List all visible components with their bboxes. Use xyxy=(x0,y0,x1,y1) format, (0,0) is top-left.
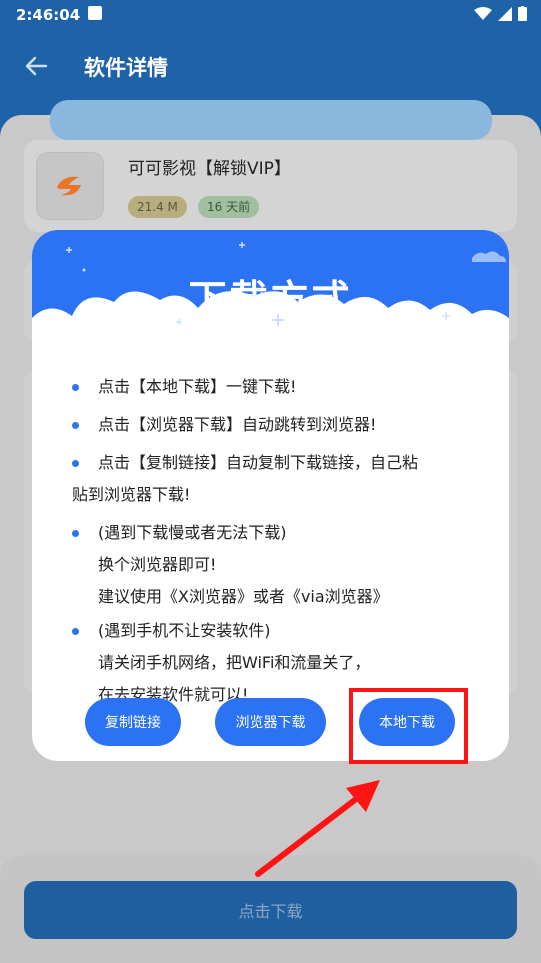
status-time: 2:46:04 xyxy=(16,6,81,24)
item-line: 请关闭手机网络，把WiFi和流量关了， xyxy=(98,653,371,672)
signal-icon xyxy=(498,6,512,21)
item-line: 建议使用《X浏览器》或者《via浏览器》 xyxy=(98,587,389,606)
page-title: 软件详情 xyxy=(84,56,168,80)
item-line: 换个浏览器即可! xyxy=(98,555,217,574)
list-item: (遇到下载慢或者无法下载) 换个浏览器即可! 建议使用《X浏览器》或者《via浏… xyxy=(72,517,472,613)
copy-link-button[interactable]: 复制链接 xyxy=(85,698,181,746)
notification-icon xyxy=(88,6,102,20)
download-button[interactable]: 点击下载 xyxy=(24,881,517,939)
item-line: 贴到浏览器下载! xyxy=(72,485,191,504)
list-item: 点击【本地下载】一键下载! xyxy=(72,371,472,403)
dialog-instructions: 点击【本地下载】一键下载! 点击【浏览器下载】自动跳转到浏览器! 点击【复制链接… xyxy=(72,371,472,711)
red-arrow-icon xyxy=(255,780,380,877)
highlight-box xyxy=(349,688,468,764)
battery-icon xyxy=(518,6,527,21)
updated-badge: 16 天前 xyxy=(198,196,260,218)
browser-download-button[interactable]: 浏览器下载 xyxy=(215,698,326,746)
item-line: 点击【本地下载】一键下载! xyxy=(98,377,297,396)
app-logo-icon xyxy=(36,152,104,220)
back-arrow-icon[interactable] xyxy=(22,52,50,80)
item-line: 点击【浏览器下载】自动跳转到浏览器! xyxy=(98,415,377,434)
dialog-title: 下载方式 xyxy=(188,277,353,321)
download-method-dialog: 下载方式 点击【本地下载】一键下载! 点击【浏览器下载】自动跳转到浏览器! 点击… xyxy=(32,230,509,761)
bullet-icon xyxy=(72,422,79,429)
card-top-strip xyxy=(50,100,492,140)
bullet-icon xyxy=(72,384,79,391)
bullet-icon xyxy=(72,628,79,635)
dialog-header: 下载方式 xyxy=(32,230,509,370)
status-bar: 2:46:04 xyxy=(0,0,541,30)
item-line: 点击【复制链接】自动复制下载链接，自己粘 xyxy=(98,453,419,472)
list-item: 点击【复制链接】自动复制下载链接，自己粘 贴到浏览器下载! xyxy=(72,447,472,511)
list-item: 点击【浏览器下载】自动跳转到浏览器! xyxy=(72,409,472,441)
bullet-icon xyxy=(72,460,79,467)
item-line: (遇到手机不让安装软件) xyxy=(98,621,271,640)
status-icons xyxy=(474,6,527,21)
wifi-icon xyxy=(474,6,492,20)
bullet-icon xyxy=(72,530,79,537)
app-name: 可可影视【解锁VIP】 xyxy=(128,159,291,179)
size-badge: 21.4 M xyxy=(128,196,187,218)
item-line: (遇到下载慢或者无法下载) xyxy=(98,523,287,542)
